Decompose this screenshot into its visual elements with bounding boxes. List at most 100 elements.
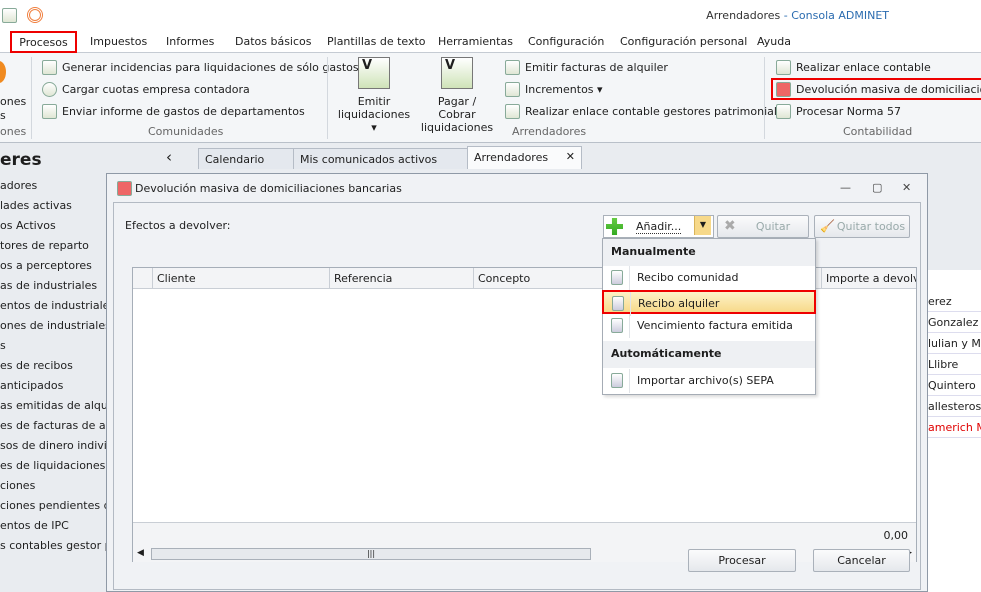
generar-incidencias-button[interactable]: Generar incidencias para liquidaciones d…	[42, 60, 359, 75]
dialog-title: Devolución masiva de domiciliaciones ban…	[135, 182, 402, 195]
gauge-icon	[42, 82, 57, 97]
panel-title: eres	[0, 150, 42, 170]
nav-item[interactable]: os Activos	[0, 219, 56, 232]
column-importe[interactable]: Importe a devolver	[821, 268, 916, 289]
anadir-label[interactable]: Añadir...	[636, 220, 682, 234]
partial-button-label[interactable]: s	[0, 109, 6, 122]
ledger-coins-icon	[505, 104, 520, 119]
nav-item[interactable]: es de recibos	[0, 359, 73, 372]
scroll-left-icon[interactable]: ◀	[137, 548, 144, 558]
cancelar-button[interactable]: Cancelar	[813, 549, 910, 572]
scroll-thumb[interactable]: |||	[151, 548, 591, 560]
tab-ayuda[interactable]: Ayuda	[757, 35, 791, 48]
nav-item[interactable]: es de facturas de alqu	[0, 419, 123, 432]
quitar-todos-button[interactable]: 🧹 Quitar todos	[814, 215, 910, 238]
menu-item-recibo-comunidad[interactable]: Recibo comunidad	[603, 266, 815, 290]
list-row[interactable]: erez	[928, 291, 981, 312]
list-row[interactable]: lulian y Mar	[928, 333, 981, 354]
minimize-button[interactable]: —	[840, 181, 851, 194]
grid-footer: 0,00	[133, 522, 916, 546]
nav-item[interactable]: entos de IPC	[0, 519, 69, 532]
quitar-button[interactable]: ✖ Quitar	[717, 215, 809, 238]
nav-item[interactable]: as de industriales	[0, 279, 97, 292]
procesar-button[interactable]: Procesar	[688, 549, 796, 572]
tab-mis-comunicados[interactable]: Mis comunicados activos	[293, 148, 468, 169]
collapse-panel-button[interactable]: ‹	[166, 148, 172, 166]
liquidation-seal-icon: V	[358, 57, 390, 89]
procesar-norma57-button[interactable]: Procesar Norma 57	[776, 104, 901, 119]
incrementos-button[interactable]: Incrementos ▾	[505, 82, 603, 97]
tab-datos-basicos[interactable]: Datos básicos	[235, 35, 312, 48]
tab-arrendadores[interactable]: Arrendadores ✕	[467, 146, 582, 169]
dropdown-arrow-icon[interactable]: ▼	[694, 216, 711, 235]
broadcast-icon[interactable]	[27, 7, 43, 23]
title-bar: Arrendadores - Consola ADMINET	[0, 0, 981, 31]
nav-item[interactable]: ciones	[0, 479, 35, 492]
realizar-enlace-contable-button[interactable]: Realizar enlace contable	[776, 60, 931, 75]
pagar-cobrar-button[interactable]: V Pagar / Cobrar liquidaciones	[418, 57, 496, 134]
document-icon	[611, 373, 623, 388]
document-tabs: ‹ Calendario Mis comunicados activos Arr…	[160, 146, 981, 169]
tab-configuracion-personal[interactable]: Configuración personal	[620, 35, 747, 48]
receipt-rent-icon	[612, 296, 624, 311]
list-row[interactable]: Llibre	[928, 354, 981, 375]
restore-button[interactable]: ▢	[872, 181, 882, 194]
no-entry-icon	[117, 181, 132, 196]
nav-item[interactable]: lades activas	[0, 199, 72, 212]
menu-item-importar-sepa[interactable]: Importar archivo(s) SEPA	[603, 369, 815, 393]
emitir-facturas-button[interactable]: Emitir facturas de alquiler	[505, 60, 668, 75]
nav-item[interactable]: tores de reparto	[0, 239, 89, 252]
ledger-coins-icon	[776, 60, 791, 75]
menu-item-vencimiento-factura[interactable]: Vencimiento factura emitida	[603, 314, 815, 338]
menu-item-recibo-alquiler[interactable]: Recibo alquiler	[602, 290, 816, 316]
nav-item[interactable]: s	[0, 339, 6, 352]
nav-item[interactable]: adores	[0, 179, 37, 192]
tasks-icon[interactable]	[2, 8, 17, 23]
cargar-cuotas-button[interactable]: Cargar cuotas empresa contadora	[42, 82, 250, 97]
background-list: erez Gonzalezlulian y MarLlibreQuinteroa…	[928, 270, 981, 592]
anadir-dropdown-menu: Manualmente Recibo comunidad Recibo alqu…	[602, 238, 816, 395]
nav-item[interactable]: os a perceptores	[0, 259, 92, 272]
ribbon: ones s ones Generar incidencias para liq…	[0, 53, 981, 143]
tab-impuestos[interactable]: Impuestos	[90, 35, 147, 48]
column-referencia[interactable]: Referencia	[329, 268, 474, 289]
enviar-informe-button[interactable]: Enviar informe de gastos de departamento…	[42, 104, 305, 119]
list-row[interactable]: Quintero	[928, 375, 981, 396]
group-label-arrendadores: Arrendadores	[512, 125, 587, 138]
nav-item[interactable]: es de liquidaciones	[0, 459, 105, 472]
close-button[interactable]: ✕	[902, 181, 911, 194]
tab-configuracion[interactable]: Configuración	[528, 35, 604, 48]
devolucion-masiva-button[interactable]: Devolución masiva de domiciliaciones	[771, 78, 981, 100]
close-tab-icon[interactable]: ✕	[566, 150, 575, 163]
anadir-split-button[interactable]: Añadir... ▼	[603, 215, 714, 238]
horizontal-scrollbar[interactable]: ◀ ||| ▶	[133, 546, 916, 562]
list-row[interactable]: americh Mir	[928, 417, 981, 438]
tab-procesos[interactable]: Procesos	[10, 31, 77, 53]
add-icon	[606, 218, 623, 235]
efectos-label: Efectos a devolver:	[125, 219, 231, 232]
tab-herramientas[interactable]: Herramientas	[438, 35, 513, 48]
receipt-icon	[611, 270, 623, 285]
list-row[interactable]: Gonzalez	[928, 312, 981, 333]
liquidation-coins-icon: V	[441, 57, 473, 89]
tab-informes[interactable]: Informes	[166, 35, 214, 48]
emitir-liquidaciones-button[interactable]: V Emitir liquidaciones ▾	[335, 57, 413, 134]
window-title: Arrendadores - Consola ADMINET	[706, 9, 889, 22]
menu-header-manualmente: Manualmente	[603, 239, 815, 266]
menu-header-automaticamente: Automáticamente	[603, 341, 815, 368]
report-icon	[42, 104, 57, 119]
list-row[interactable]: allesteros	[928, 396, 981, 417]
column-cliente[interactable]: Cliente	[152, 268, 330, 289]
partial-button-label[interactable]: ones	[0, 95, 26, 108]
nav-item[interactable]: entos de industriales	[0, 299, 115, 312]
group-label-comunidades: Comunidades	[148, 125, 224, 138]
tab-calendario[interactable]: Calendario	[198, 148, 294, 169]
tab-plantillas[interactable]: Plantillas de texto	[327, 35, 426, 48]
remove-icon: ✖	[724, 218, 736, 234]
enlace-gestores-button[interactable]: Realizar enlace contable gestores patrim…	[505, 104, 789, 119]
partial-icon	[0, 61, 6, 83]
clipboard-check-icon	[42, 60, 57, 75]
nav-item[interactable]: ones de industriales	[0, 319, 111, 332]
no-entry-icon	[776, 81, 791, 97]
nav-item[interactable]: anticipados	[0, 379, 63, 392]
